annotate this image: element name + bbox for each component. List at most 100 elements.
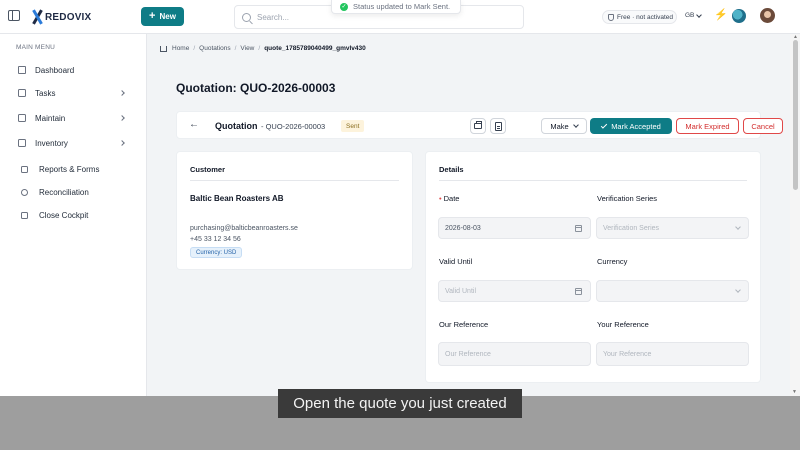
pdf-button[interactable] bbox=[490, 118, 506, 134]
your-reference-label: Your Reference bbox=[597, 320, 649, 329]
sidebar-item-label: Inventory bbox=[35, 138, 68, 148]
customer-email: purchasing@balticbeanroasters.se bbox=[190, 225, 298, 232]
search-icon bbox=[242, 12, 251, 22]
home-icon bbox=[18, 66, 26, 74]
breadcrumb-separator: / bbox=[258, 45, 261, 52]
globe-icon[interactable] bbox=[732, 9, 746, 23]
new-button[interactable]: + New bbox=[141, 7, 184, 26]
chevron-right-icon bbox=[119, 115, 125, 121]
valid-until-placeholder: Valid Until bbox=[445, 287, 476, 295]
sidebar-toggle-icon[interactable] bbox=[8, 10, 20, 21]
sidebar-item-label: Close Cockpit bbox=[39, 210, 89, 220]
mark-accepted-button[interactable]: Mark Accepted bbox=[590, 118, 672, 134]
required-marker: • bbox=[439, 194, 442, 203]
divider bbox=[439, 180, 747, 181]
breadcrumb-current: quote_1785789040499_gmvlv430 bbox=[264, 45, 366, 52]
document-icon bbox=[494, 121, 502, 131]
scroll-down-icon[interactable]: ▼ bbox=[792, 389, 797, 395]
menu-title: MAIN MENU bbox=[16, 44, 55, 51]
new-button-label: New bbox=[159, 12, 176, 21]
breadcrumb-view[interactable]: View bbox=[240, 45, 254, 52]
print-button[interactable] bbox=[470, 118, 486, 134]
our-reference-label: Our Reference bbox=[439, 320, 489, 329]
verification-series-label: Verification Series bbox=[597, 194, 658, 203]
date-value: 2026-08-03 bbox=[445, 224, 481, 232]
chevron-down-icon bbox=[572, 122, 579, 128]
currency-select[interactable] bbox=[596, 280, 749, 302]
make-dropdown[interactable]: Make bbox=[541, 118, 587, 134]
breadcrumb-home[interactable]: Home bbox=[172, 45, 189, 52]
logo[interactable]: REDOVIX bbox=[31, 9, 91, 25]
customer-card: Customer Baltic Bean Roasters AB purchas… bbox=[176, 151, 413, 270]
sidebar-item-label: Tasks bbox=[35, 88, 56, 98]
status-badge: Sent bbox=[341, 120, 365, 132]
verification-series-select[interactable]: Verification Series bbox=[596, 217, 749, 239]
sidebar-item-maintain[interactable]: Maintain bbox=[0, 109, 146, 127]
database-icon bbox=[18, 114, 26, 122]
scrollbar-thumb[interactable] bbox=[793, 40, 798, 190]
chevron-down-icon bbox=[735, 287, 741, 293]
language-label: GB bbox=[685, 12, 695, 19]
main-content: Home / Quotations / View / quote_1785789… bbox=[147, 34, 790, 396]
page-title: Quotation: QUO-2026-00003 bbox=[176, 81, 336, 95]
plan-badge[interactable]: Free · not activated bbox=[602, 10, 677, 24]
our-reference-input[interactable]: Our Reference bbox=[438, 342, 591, 366]
sidebar-item-label: Dashboard bbox=[35, 65, 75, 75]
clipboard-icon bbox=[21, 211, 28, 219]
breadcrumb-quotations[interactable]: Quotations bbox=[199, 45, 230, 52]
date-label: • Date bbox=[439, 194, 459, 203]
language-selector[interactable]: GB bbox=[685, 11, 703, 19]
shield-icon bbox=[608, 13, 614, 21]
currency-badge: Currency: USD bbox=[190, 247, 243, 258]
video-caption: Open the quote you just created bbox=[278, 389, 522, 418]
sidebar-item-dashboard[interactable]: Dashboard bbox=[0, 61, 146, 79]
box-icon bbox=[18, 139, 26, 147]
sidebar-item-close-cockpit[interactable]: Close Cockpit bbox=[0, 206, 146, 224]
mark-accepted-label: Mark Accepted bbox=[611, 121, 661, 131]
plan-badge-label: Free · not activated bbox=[617, 13, 673, 21]
plus-icon: + bbox=[149, 10, 156, 22]
chevron-right-icon bbox=[119, 140, 125, 146]
sidebar-item-tasks[interactable]: Tasks bbox=[0, 84, 146, 102]
mark-expired-button[interactable]: Mark Expired bbox=[676, 118, 739, 134]
our-reference-placeholder: Our Reference bbox=[445, 350, 491, 358]
chevron-down-icon bbox=[696, 11, 703, 18]
sidebar-item-inventory[interactable]: Inventory bbox=[0, 134, 146, 152]
breadcrumb: Home / Quotations / View / quote_1785789… bbox=[160, 45, 366, 52]
check-icon bbox=[601, 121, 608, 129]
chevron-right-icon bbox=[119, 90, 125, 96]
cancel-button[interactable]: Cancel bbox=[743, 118, 783, 134]
sidebar-item-reports[interactable]: Reports & Forms bbox=[0, 160, 146, 178]
make-label: Make bbox=[550, 121, 569, 131]
details-card: Details • Date 2026-08-03 Verification Se… bbox=[425, 151, 761, 383]
your-reference-placeholder: Your Reference bbox=[603, 350, 652, 358]
page-scrollbar[interactable]: ▲ ▼ bbox=[790, 34, 800, 396]
check-circle-icon: ✓ bbox=[340, 2, 348, 11]
bar-chart-icon bbox=[21, 165, 28, 173]
sidebar-item-label: Reconciliation bbox=[39, 187, 89, 197]
breadcrumb-separator: / bbox=[193, 45, 196, 52]
breadcrumb-separator: / bbox=[234, 45, 237, 52]
customer-card-title: Customer bbox=[190, 165, 226, 174]
check-circle-icon bbox=[21, 188, 28, 196]
logo-mark-icon bbox=[31, 9, 43, 25]
status-toast: ✓ Status updated to Mark Sent. bbox=[331, 0, 461, 14]
your-reference-input[interactable]: Your Reference bbox=[596, 342, 749, 366]
sidebar: MAIN MENU Dashboard Tasks Maintain Inven… bbox=[0, 34, 147, 450]
sidebar-item-reconciliation[interactable]: Reconciliation bbox=[0, 183, 146, 201]
divider bbox=[190, 180, 399, 181]
chevron-down-icon bbox=[735, 224, 741, 230]
valid-until-label: Valid Until bbox=[439, 257, 473, 266]
date-label-text: Date bbox=[443, 194, 460, 203]
date-field[interactable]: 2026-08-03 bbox=[438, 217, 591, 239]
calendar-icon[interactable] bbox=[575, 288, 582, 295]
printer-icon bbox=[474, 121, 482, 129]
avatar[interactable] bbox=[760, 8, 775, 23]
home-icon bbox=[160, 45, 167, 52]
bolt-icon[interactable]: ⚡ bbox=[714, 10, 728, 21]
arrow-left-icon[interactable]: ← bbox=[189, 120, 199, 130]
valid-until-field[interactable]: Valid Until bbox=[438, 280, 591, 302]
calendar-icon[interactable] bbox=[575, 225, 582, 232]
details-card-title: Details bbox=[439, 165, 464, 174]
sidebar-item-label: Reports & Forms bbox=[39, 164, 100, 174]
